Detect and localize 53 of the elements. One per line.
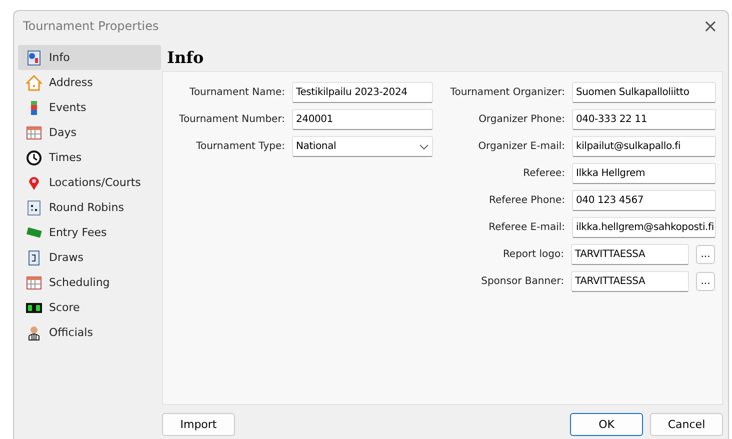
info-icon — [26, 50, 42, 66]
house-icon — [26, 74, 42, 90]
field-label: Referee Phone: — [488, 195, 566, 206]
field-label: Referee E-mail: — [488, 222, 566, 233]
input-field[interactable]: 040-333 22 11 — [572, 109, 716, 130]
close-button[interactable]: × — [698, 16, 722, 36]
input-field[interactable]: Ilkka Hellgrem — [572, 163, 716, 184]
sidebar-item[interactable]: Days — [18, 120, 161, 145]
pin-icon — [26, 174, 42, 190]
grid-icon — [26, 200, 42, 216]
field-label: Organizer E-mail: — [477, 141, 566, 152]
sidebar-item[interactable]: Info — [18, 45, 161, 70]
sidebar-item[interactable]: Times — [18, 145, 161, 170]
sidebar-item[interactable]: Round Robins — [18, 195, 161, 220]
sidebar-item[interactable]: Score — [18, 295, 161, 320]
input-field[interactable]: TARVITTAESSA — [571, 271, 689, 292]
input-field[interactable]: Suomen Sulkapalloliitto — [572, 82, 716, 103]
document-icon — [26, 250, 42, 266]
sidebar-item[interactable]: Officials — [18, 320, 161, 345]
field-label: Sponsor Banner: — [480, 276, 565, 287]
sidebar-item[interactable]: Draws — [18, 245, 161, 270]
input-field[interactable]: 240001 — [292, 109, 433, 130]
calendar-icon — [26, 274, 42, 290]
input-field[interactable]: ilkka.hellgrem@sahkoposti.fi — [572, 217, 716, 238]
import-button[interactable]: Import — [162, 413, 235, 436]
browse-button[interactable]: ... — [696, 245, 715, 264]
sidebar-item[interactable]: Entry Fees — [18, 220, 161, 245]
input-field[interactable]: 040 123 4567 — [572, 190, 716, 211]
field-label: Tournament Name: — [188, 87, 286, 98]
sidebar-item[interactable]: Scheduling — [18, 270, 161, 295]
dropdown-field[interactable]: National — [292, 136, 433, 157]
input-field[interactable]: Testikilpailu 2023-2024 — [292, 82, 433, 103]
clock-icon — [26, 150, 42, 166]
person-icon — [26, 324, 42, 340]
field-label: Referee: — [522, 168, 566, 179]
sidebar-item[interactable]: Locations/Courts — [18, 170, 161, 195]
input-field[interactable]: TARVITTAESSA — [571, 244, 689, 265]
field-label: Tournament Type: — [195, 141, 286, 152]
input-field[interactable]: kilpailut@sulkapallo.fi — [572, 136, 716, 157]
panel-heading: Info — [166, 47, 205, 69]
browse-button[interactable]: ... — [696, 272, 715, 291]
field-label: Tournament Number: — [178, 114, 286, 125]
banknote-icon — [26, 224, 42, 240]
window-title: Tournament Properties — [23, 19, 159, 33]
calendar-icon — [26, 124, 42, 140]
cancel-button[interactable]: Cancel — [650, 413, 723, 436]
ok-button[interactable]: OK — [570, 413, 643, 436]
field-label: Organizer Phone: — [478, 114, 566, 125]
field-label: Tournament Organizer: — [449, 87, 566, 98]
sidebar-item[interactable]: Events — [18, 95, 161, 120]
sidebar-item[interactable]: Address — [18, 70, 161, 95]
chevron-icon — [419, 144, 429, 150]
field-label: Report logo: — [502, 249, 565, 260]
